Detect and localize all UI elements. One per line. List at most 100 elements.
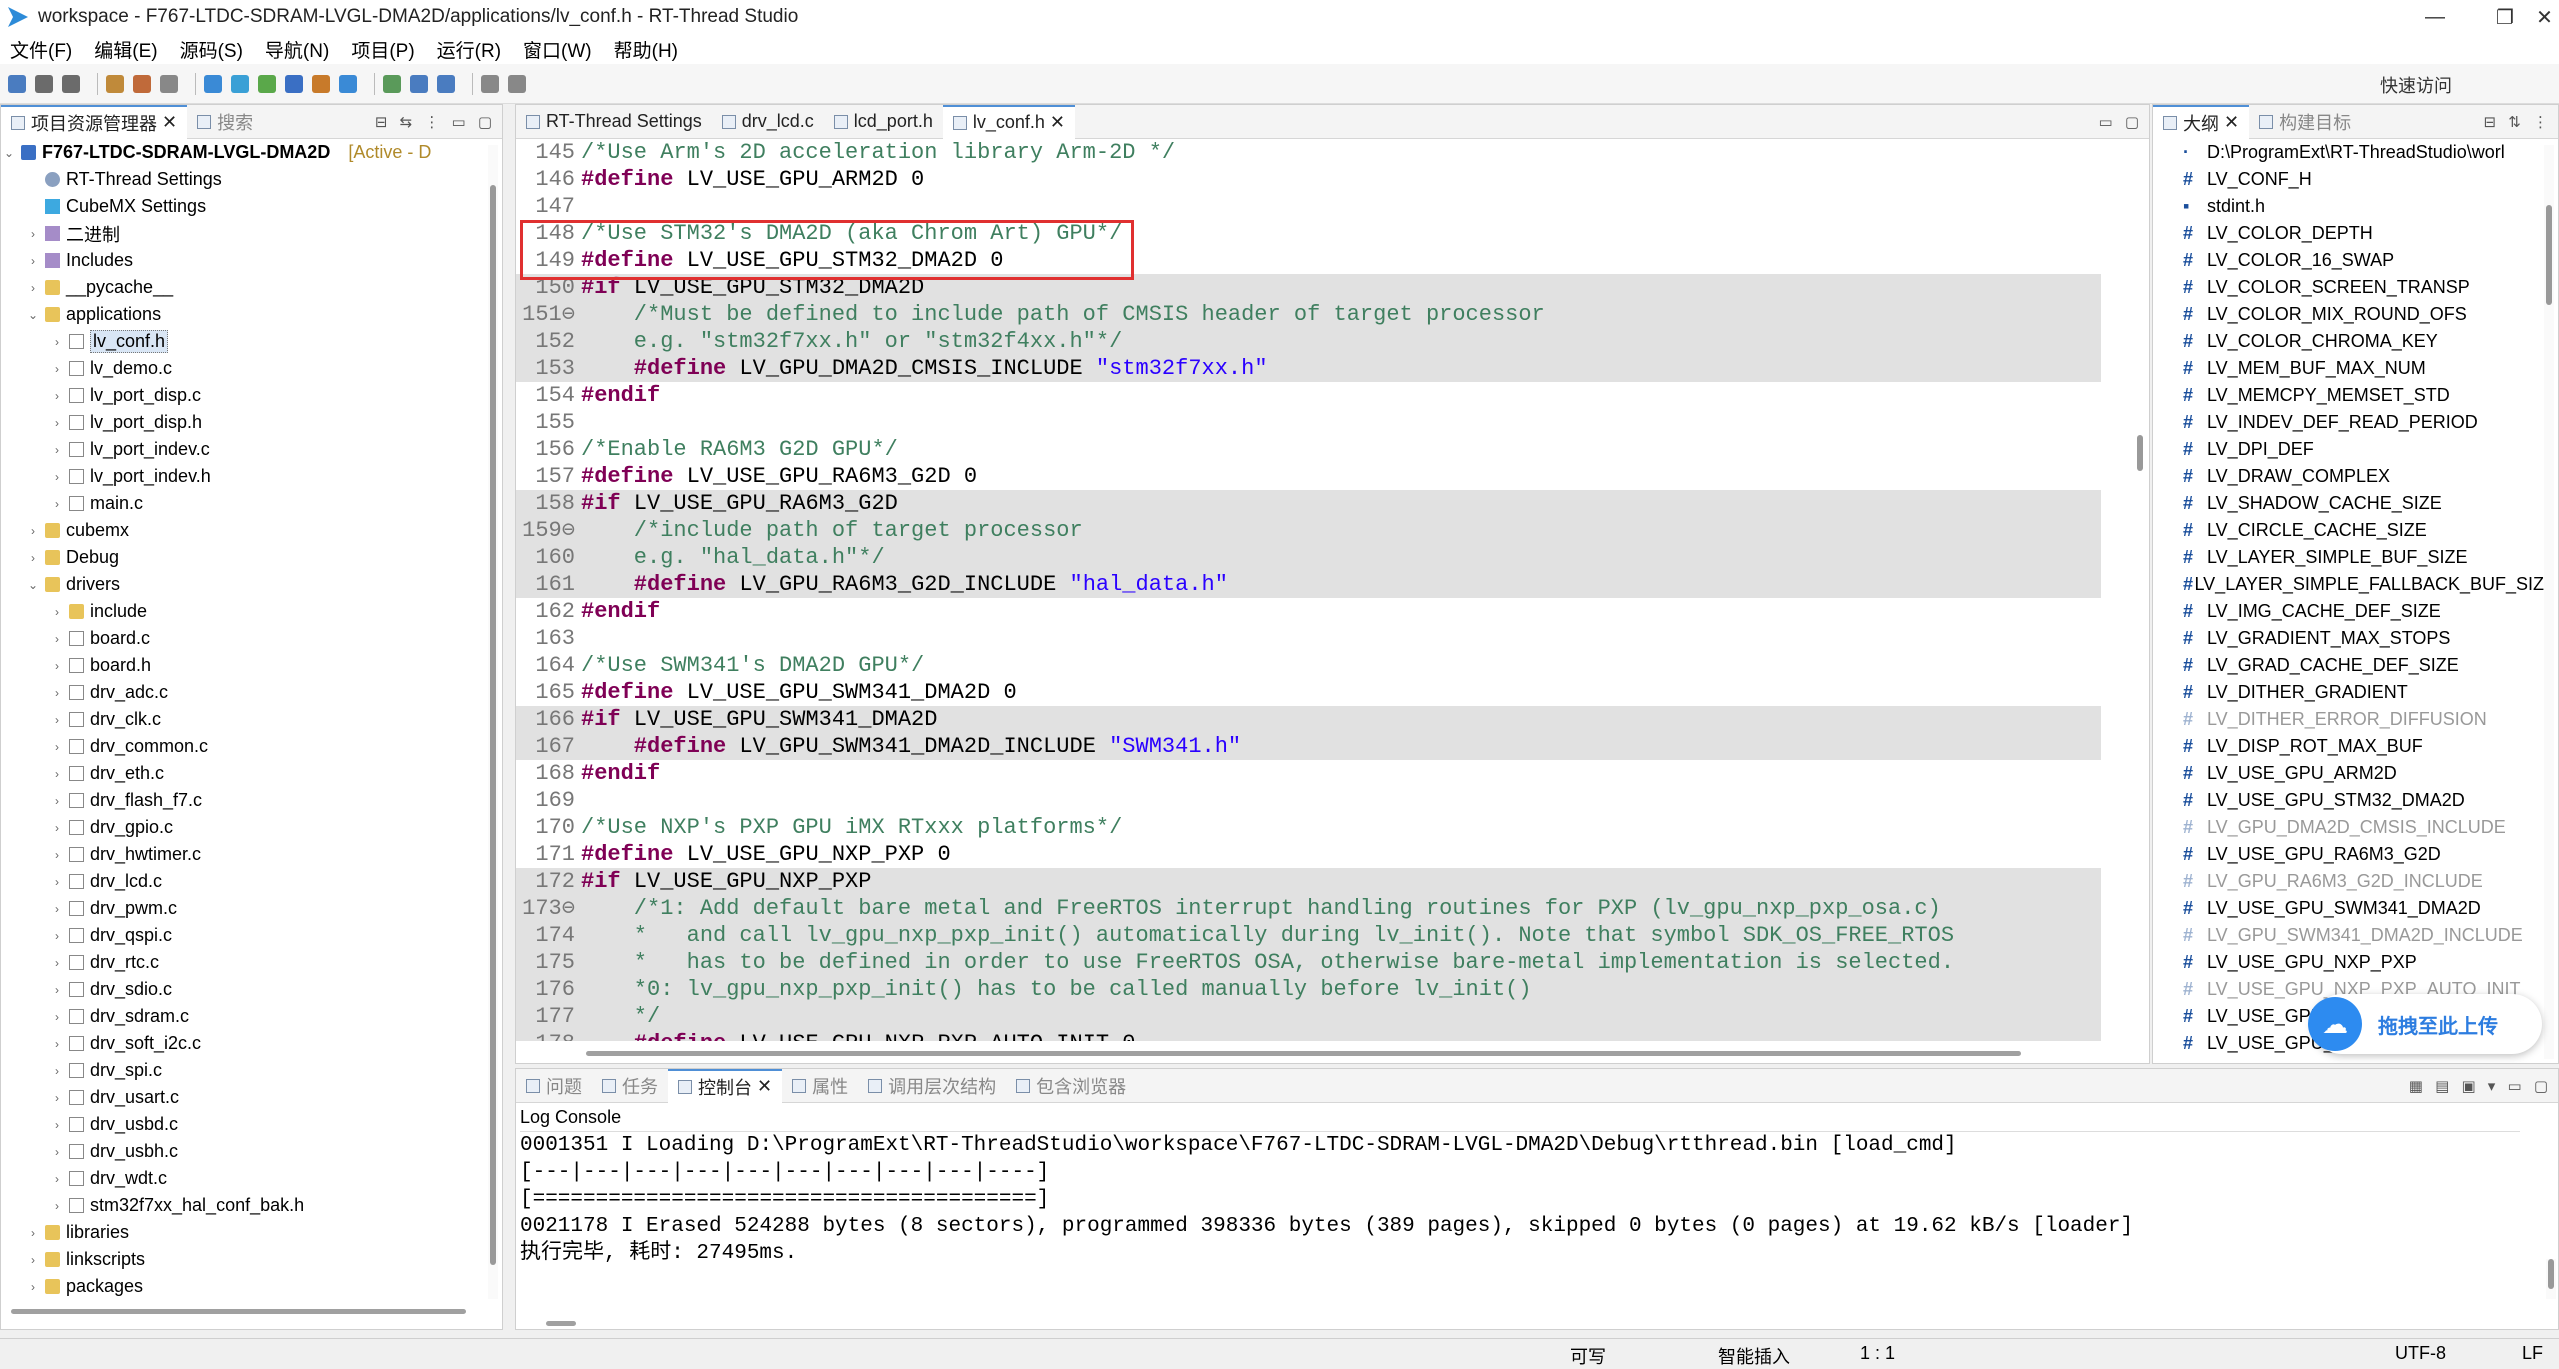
outline-item[interactable]: # LV_USE_GPU_RA6M3_G2D bbox=[2153, 841, 2544, 868]
outline-item[interactable]: # LV_GPU_RA6M3_G2D_INCLUDE bbox=[2153, 868, 2544, 895]
scrollbar-thumb[interactable] bbox=[2548, 1259, 2554, 1289]
outline-item[interactable]: # LV_GPU_SWM341_DMA2D_INCLUDE bbox=[2153, 922, 2544, 949]
outline-toolbar[interactable]: ⊟ ⇅ ⋮ bbox=[2484, 113, 2552, 131]
expand-chevron-icon[interactable]: › bbox=[49, 821, 65, 835]
expand-chevron-icon[interactable]: › bbox=[25, 254, 41, 268]
expand-chevron-icon[interactable]: › bbox=[49, 1145, 65, 1159]
editor-tab[interactable]: drv_lcd.c bbox=[712, 105, 824, 139]
run-icon[interactable] bbox=[383, 74, 401, 93]
outline-item[interactable]: # LV_COLOR_CHROMA_KEY bbox=[2153, 328, 2544, 355]
build-hammer-icon[interactable] bbox=[106, 74, 124, 93]
tree-row[interactable]: › lv_demo.c bbox=[1, 355, 501, 382]
collapse-chevron-icon[interactable]: ⌄ bbox=[25, 578, 41, 592]
console-vertical-scrollbar[interactable] bbox=[2546, 1259, 2556, 1299]
outline-item[interactable]: # LV_USE_GPU_SWM341_DMA2D bbox=[2153, 895, 2544, 922]
tree-row[interactable]: ⌄ drivers bbox=[1, 571, 501, 598]
tree-row[interactable]: › drv_sdio.c bbox=[1, 976, 501, 1003]
tree-row[interactable]: › drv_qspi.c bbox=[1, 922, 501, 949]
expand-chevron-icon[interactable]: › bbox=[49, 1199, 65, 1213]
search-icon[interactable] bbox=[339, 74, 357, 93]
expand-chevron-icon[interactable]: › bbox=[25, 551, 41, 565]
outline-item[interactable]: # LV_USE_GPU_NXP_PXP bbox=[2153, 949, 2544, 976]
outline-item[interactable]: # LV_USE_GPU_ARM2D bbox=[2153, 760, 2544, 787]
tab-search[interactable]: 搜索 bbox=[187, 105, 263, 139]
expand-chevron-icon[interactable]: › bbox=[49, 956, 65, 970]
console-view-tab[interactable]: 任务 bbox=[592, 1069, 668, 1103]
tree-row[interactable]: › drv_common.c bbox=[1, 733, 501, 760]
tree-row[interactable]: › lv_port_disp.c bbox=[1, 382, 501, 409]
close-tab-icon[interactable]: ✕ bbox=[752, 1076, 772, 1097]
expand-chevron-icon[interactable]: › bbox=[49, 659, 65, 673]
tree-row[interactable]: › main.c bbox=[1, 490, 501, 517]
outline-item[interactable]: # LV_GPU_DMA2D_CMSIS_INCLUDE bbox=[2153, 814, 2544, 841]
tree-row[interactable]: ⌄ applications bbox=[1, 301, 501, 328]
tab-outline[interactable]: 大纲 ✕ bbox=[2153, 104, 2250, 139]
console-view-tab[interactable]: 问题 bbox=[516, 1069, 592, 1103]
expand-chevron-icon[interactable]: › bbox=[49, 1118, 65, 1132]
console-view-tab[interactable]: 属性 bbox=[782, 1069, 858, 1103]
outline-item[interactable]: · D:\ProgramExt\RT-ThreadStudio\worl bbox=[2153, 139, 2544, 166]
drag-upload-widget[interactable]: ☁ 拖拽至此上传 bbox=[2308, 994, 2542, 1054]
tree-row[interactable]: › Includes bbox=[1, 247, 501, 274]
tree-row[interactable]: › drv_rtc.c bbox=[1, 949, 501, 976]
close-button[interactable]: ✕ bbox=[2530, 0, 2559, 34]
scrollbar-thumb[interactable] bbox=[2137, 435, 2143, 471]
console-view-tab[interactable]: 调用层次结构 bbox=[858, 1069, 1006, 1103]
menu-source[interactable]: 源码(S) bbox=[180, 36, 243, 63]
tree-row[interactable]: › packages bbox=[1, 1273, 501, 1299]
tree-row[interactable]: › linkscripts bbox=[1, 1246, 501, 1273]
download-icon[interactable] bbox=[204, 74, 222, 93]
tree-row[interactable]: › drv_pwm.c bbox=[1, 895, 501, 922]
expand-chevron-icon[interactable]: › bbox=[49, 848, 65, 862]
tree-row[interactable]: › board.c bbox=[1, 625, 501, 652]
expand-chevron-icon[interactable]: › bbox=[49, 1172, 65, 1186]
outline-item[interactable]: # LV_DRAW_COMPLEX bbox=[2153, 463, 2544, 490]
tree-row[interactable]: › Debug bbox=[1, 544, 501, 571]
outline-item[interactable]: # LV_COLOR_MIX_ROUND_OFS bbox=[2153, 301, 2544, 328]
minimize-button[interactable]: — bbox=[2400, 0, 2470, 34]
expand-chevron-icon[interactable]: › bbox=[49, 416, 65, 430]
expand-chevron-icon[interactable]: › bbox=[49, 362, 65, 376]
expand-chevron-icon[interactable]: › bbox=[49, 1091, 65, 1105]
expand-chevron-icon[interactable]: › bbox=[49, 767, 65, 781]
console-horizontal-scrollbar[interactable] bbox=[546, 1321, 576, 1326]
menu-run[interactable]: 运行(R) bbox=[437, 36, 501, 63]
view-toolbar[interactable]: ⊟ ⇆ ⋮ ▭ ▢ bbox=[375, 113, 496, 131]
tree-horizontal-scrollbar[interactable] bbox=[11, 1309, 466, 1314]
expand-chevron-icon[interactable]: › bbox=[49, 740, 65, 754]
outline-item[interactable]: # LV_DITHER_GRADIENT bbox=[2153, 679, 2544, 706]
console-view-tab[interactable]: 包含浏览器 bbox=[1006, 1069, 1136, 1103]
console-view-tab[interactable]: 控制台 ✕ bbox=[668, 1068, 783, 1103]
outline-item[interactable]: # LV_COLOR_16_SWAP bbox=[2153, 247, 2544, 274]
expand-chevron-icon[interactable]: › bbox=[49, 1037, 65, 1051]
debug-bug-icon[interactable] bbox=[258, 74, 276, 93]
expand-chevron-icon[interactable]: › bbox=[49, 875, 65, 889]
tree-row[interactable]: › drv_spi.c bbox=[1, 1057, 501, 1084]
expand-chevron-icon[interactable]: › bbox=[49, 335, 65, 349]
editor-min-max[interactable]: ▭ ▢ bbox=[2098, 113, 2143, 131]
tree-row[interactable]: › drv_flash_f7.c bbox=[1, 787, 501, 814]
tree-row[interactable]: › drv_usbd.c bbox=[1, 1111, 501, 1138]
terminal-icon[interactable] bbox=[285, 74, 303, 93]
menu-help[interactable]: 帮助(H) bbox=[614, 36, 678, 63]
tree-row[interactable]: › lv_conf.h bbox=[1, 328, 501, 355]
expand-chevron-icon[interactable]: › bbox=[49, 470, 65, 484]
outline-item[interactable]: # LV_COLOR_DEPTH bbox=[2153, 220, 2544, 247]
back-arrow-icon[interactable] bbox=[481, 74, 499, 93]
collapse-chevron-icon[interactable]: ⌄ bbox=[25, 308, 41, 322]
tree-row[interactable]: › lv_port_indev.c bbox=[1, 436, 501, 463]
menu-navigate[interactable]: 导航(N) bbox=[265, 36, 329, 63]
expand-chevron-icon[interactable]: › bbox=[49, 794, 65, 808]
tree-row[interactable]: › drv_usbh.c bbox=[1, 1138, 501, 1165]
editor-tab[interactable]: lcd_port.h bbox=[824, 105, 943, 139]
save-icon[interactable] bbox=[35, 74, 53, 93]
expand-chevron-icon[interactable]: › bbox=[49, 983, 65, 997]
tree-row-project[interactable]: ⌄ F767-LTDC-SDRAM-LVGL-DMA2D [Active - D bbox=[1, 139, 501, 166]
tree-row[interactable]: › include bbox=[1, 598, 501, 625]
expand-chevron-icon[interactable]: › bbox=[49, 929, 65, 943]
collapse-chevron-icon[interactable]: ⌄ bbox=[1, 146, 17, 160]
tree-row[interactable]: › drv_soft_i2c.c bbox=[1, 1030, 501, 1057]
expand-chevron-icon[interactable]: › bbox=[49, 389, 65, 403]
menu-edit[interactable]: 编辑(E) bbox=[94, 36, 157, 63]
settings-gear-icon[interactable] bbox=[231, 74, 249, 93]
